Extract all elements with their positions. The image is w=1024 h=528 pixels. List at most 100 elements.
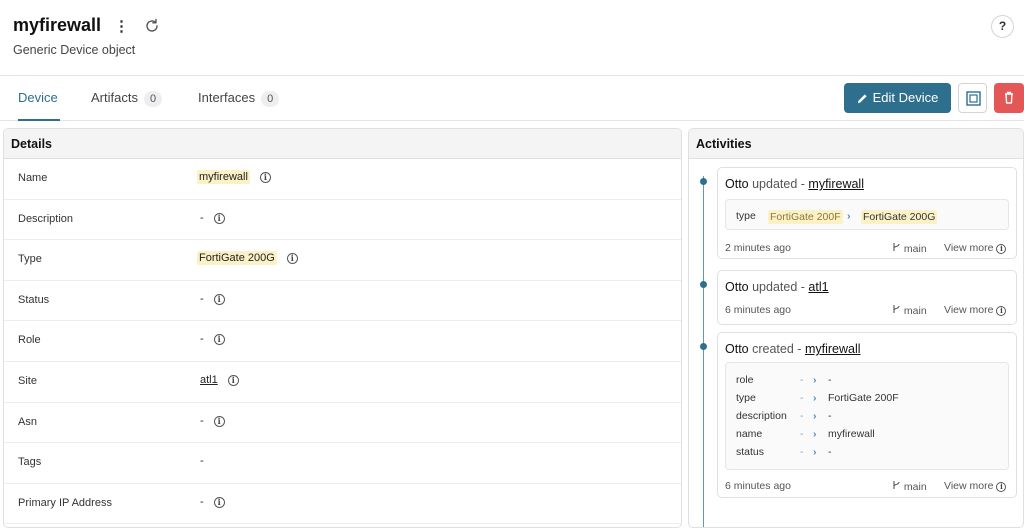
tab-label: Interfaces bbox=[198, 90, 256, 105]
tab-device[interactable]: Device bbox=[18, 76, 60, 121]
change-old-value: - bbox=[800, 428, 804, 440]
chevron-right-icon: › bbox=[813, 428, 817, 440]
activity-card: Otto updated - myfirewall type FortiGate… bbox=[717, 167, 1017, 259]
change-row: name - › myfirewall bbox=[736, 428, 1006, 442]
delete-button[interactable] bbox=[994, 83, 1024, 113]
role-value: - bbox=[200, 333, 204, 346]
change-row: role - › - bbox=[736, 374, 1006, 388]
type-value: FortiGate 200G bbox=[197, 251, 277, 266]
branch-label: main bbox=[903, 305, 927, 317]
page-subtitle: Generic Device object bbox=[13, 43, 136, 57]
tab-label: Artifacts bbox=[91, 90, 138, 105]
timeline-dot bbox=[700, 178, 707, 185]
generator-button[interactable] bbox=[958, 83, 987, 113]
change-row: type FortiGate 200F › FortiGate 200G bbox=[736, 210, 1006, 224]
activity-branch: main bbox=[892, 304, 927, 317]
branch-icon bbox=[893, 481, 900, 489]
activity-target-link[interactable]: atl1 bbox=[808, 280, 828, 294]
info-icon[interactable]: i bbox=[213, 415, 225, 427]
activity-verb: created - bbox=[752, 342, 802, 356]
activity-title: Otto updated - atl1 bbox=[725, 280, 829, 294]
change-old-value: - bbox=[800, 374, 804, 386]
detail-label: Name bbox=[18, 172, 48, 184]
detail-label: Tags bbox=[18, 456, 42, 469]
activity-target-link[interactable]: myfirewall bbox=[808, 177, 864, 191]
site-link[interactable]: atl1 bbox=[200, 374, 218, 386]
refresh-icon[interactable] bbox=[143, 17, 161, 35]
activity-time: 2 minutes ago bbox=[725, 242, 791, 254]
detail-row-type: Type FortiGate 200G i bbox=[4, 240, 681, 281]
activity-card: Otto updated - atl1 6 minutes ago main V… bbox=[717, 270, 1017, 325]
view-more-link[interactable]: View more i bbox=[944, 480, 1007, 492]
detail-row-description: Description -i bbox=[4, 200, 681, 241]
edit-device-button[interactable]: Edit Device bbox=[844, 83, 951, 113]
tab-count-badge: 0 bbox=[261, 91, 280, 107]
info-icon[interactable]: i bbox=[286, 253, 298, 265]
timeline-line bbox=[703, 176, 704, 527]
info-icon: i bbox=[996, 482, 1007, 492]
activity-verb: updated - bbox=[752, 177, 805, 191]
change-key: status bbox=[736, 446, 765, 458]
view-more-link[interactable]: View more i bbox=[944, 242, 1007, 254]
info-icon[interactable]: i bbox=[213, 212, 225, 224]
detail-value: FortiGate 200G i bbox=[197, 251, 298, 266]
activity-actor: Otto bbox=[725, 342, 749, 356]
chevron-right-icon: › bbox=[813, 410, 817, 422]
name-value: myfirewall bbox=[197, 170, 250, 184]
pencil-icon bbox=[857, 94, 867, 104]
change-row: status - › - bbox=[736, 446, 1006, 460]
tab-interfaces[interactable]: Interfaces 0 bbox=[198, 76, 280, 121]
tab-label: Device bbox=[18, 90, 58, 105]
asn-value: - bbox=[200, 414, 204, 427]
chevron-right-icon: › bbox=[847, 210, 851, 222]
activities-panel: Activities Otto updated - myfirewall typ… bbox=[688, 128, 1024, 528]
help-button[interactable]: ? bbox=[991, 15, 1014, 38]
detail-row-tags: Tags - bbox=[4, 443, 681, 484]
change-old-value: - bbox=[800, 446, 804, 458]
branch-label: main bbox=[903, 243, 927, 255]
info-icon[interactable]: i bbox=[213, 496, 225, 508]
activity-title: Otto updated - myfirewall bbox=[725, 177, 864, 191]
detail-label: Primary IP Address bbox=[18, 496, 112, 509]
activities-heading: Activities bbox=[689, 129, 1023, 159]
page-header: myfirewall ⋮ Generic Device object ? bbox=[0, 0, 1024, 76]
change-row: description - › - bbox=[736, 410, 1006, 424]
page-title: myfirewall bbox=[13, 15, 102, 35]
detail-value: - bbox=[200, 455, 204, 467]
view-more-link[interactable]: View more i bbox=[944, 304, 1007, 316]
info-icon[interactable]: i bbox=[213, 293, 225, 305]
detail-row-name: Name myfirewall i bbox=[4, 159, 681, 200]
detail-value: -i bbox=[200, 333, 225, 346]
timeline-dot bbox=[700, 281, 707, 288]
chevron-right-icon: › bbox=[813, 392, 817, 404]
change-old-value: - bbox=[800, 410, 804, 422]
detail-value: -i bbox=[200, 293, 225, 305]
activity-verb: updated - bbox=[752, 280, 805, 294]
branch-icon bbox=[893, 243, 900, 251]
change-row: type - › FortiGate 200F bbox=[736, 392, 1006, 406]
tab-artifacts[interactable]: Artifacts 0 bbox=[91, 76, 163, 121]
status-value: - bbox=[200, 292, 204, 305]
info-icon[interactable]: i bbox=[227, 374, 239, 386]
change-new-value: - bbox=[828, 446, 832, 458]
edit-device-label: Edit Device bbox=[872, 90, 939, 105]
more-options-icon[interactable]: ⋮ bbox=[114, 17, 129, 37]
branch-icon bbox=[893, 305, 900, 313]
timeline-dot bbox=[700, 343, 707, 350]
detail-label: Site bbox=[18, 374, 37, 387]
detail-label: Asn bbox=[18, 415, 37, 428]
detail-value: -i bbox=[200, 415, 225, 427]
change-old-value: - bbox=[800, 392, 804, 404]
detail-value: atl1 i bbox=[200, 374, 239, 386]
change-key: type bbox=[736, 210, 756, 222]
frame-icon bbox=[966, 91, 981, 106]
tab-count-badge: 0 bbox=[143, 91, 163, 107]
info-icon[interactable]: i bbox=[213, 334, 225, 346]
change-new-value: - bbox=[828, 374, 832, 386]
change-new-value: myfirewall bbox=[828, 428, 875, 440]
view-more-label: View more bbox=[944, 480, 994, 492]
activity-target-link[interactable]: myfirewall bbox=[805, 342, 861, 356]
change-key: name bbox=[736, 428, 763, 440]
info-icon: i bbox=[996, 244, 1007, 254]
info-icon[interactable]: i bbox=[259, 172, 271, 183]
